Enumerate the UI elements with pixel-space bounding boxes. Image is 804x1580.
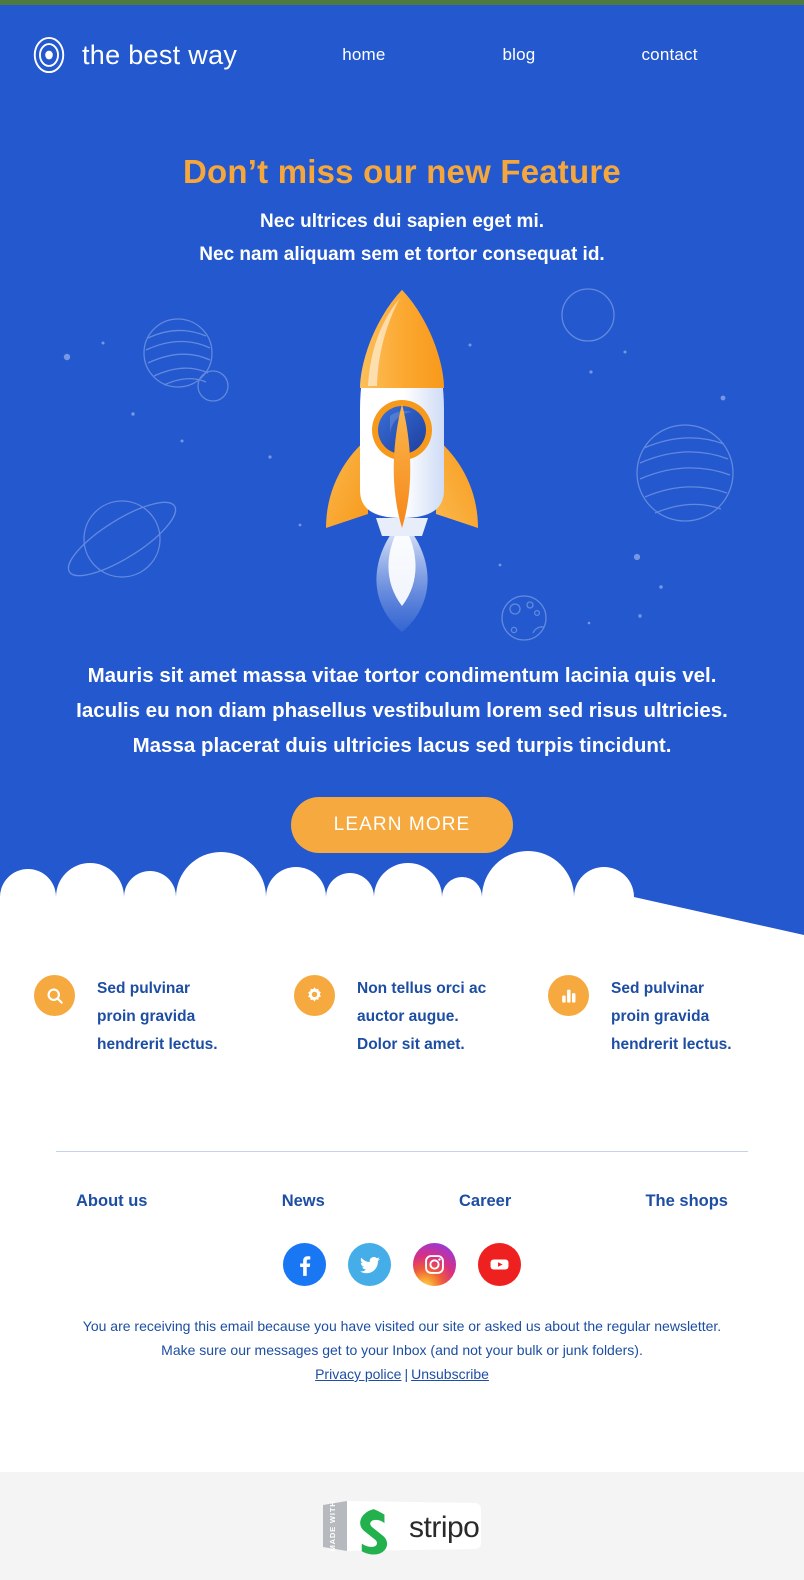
email-page: the best way home blog contact Don’t mis… — [0, 0, 804, 1580]
features-section: Sed pulvinar proin gravida hendrerit lec… — [0, 935, 804, 1059]
feature-line-2: auctor augue. — [357, 1008, 459, 1025]
feature-item: Non tellus orci ac auctor augue. Dolor s… — [260, 975, 520, 1059]
concentric-target-icon — [33, 36, 65, 74]
legal-links: Privacy police | Unsubscribe — [0, 1366, 804, 1382]
feature-line-3: hendrerit lectus. — [611, 1036, 732, 1053]
feature-line-3: hendrerit lectus. — [97, 1036, 218, 1053]
feature-item: Sed pulvinar proin gravida hendrerit lec… — [30, 975, 260, 1059]
facebook-icon[interactable] — [283, 1243, 326, 1286]
footer-link-about-us[interactable]: About us — [76, 1192, 148, 1211]
instagram-icon[interactable] — [413, 1243, 456, 1286]
hero-subhead-line-1: Nec ultrices dui sapien eget mi. — [259, 211, 545, 232]
feature-item: Sed pulvinar proin gravida hendrerit lec… — [520, 975, 774, 1059]
brand-name: the best way — [82, 39, 238, 70]
hero-subhead-line-2: Nec nam aliquam sem et tortor consequat … — [199, 244, 605, 265]
search-icon — [34, 975, 75, 1016]
feature-line-2: proin gravida — [97, 1008, 196, 1025]
twitter-icon[interactable] — [348, 1243, 391, 1286]
feature-line-1: Sed pulvinar — [611, 980, 705, 997]
brand[interactable]: the best way — [30, 36, 237, 74]
feature-line-3: Dolor sit amet. — [357, 1036, 465, 1053]
feature-text: Non tellus orci ac auctor augue. Dolor s… — [357, 975, 486, 1059]
footer-link-news[interactable]: News — [282, 1192, 325, 1211]
hero-body-copy: Mauris sit amet massa vitae tortor condi… — [0, 658, 804, 763]
feature-text: Sed pulvinar proin gravida hendrerit lec… — [611, 975, 732, 1059]
rocket-launch-illustration — [312, 284, 492, 634]
nav-item-home[interactable]: home — [342, 45, 385, 65]
cloud-divider — [0, 851, 804, 935]
feature-line-2: proin gravida — [611, 1008, 710, 1025]
unsubscribe-link[interactable]: Unsubscribe — [411, 1366, 489, 1382]
feature-text: Sed pulvinar proin gravida hendrerit lec… — [97, 975, 218, 1059]
privacy-policy-link[interactable]: Privacy police — [315, 1366, 401, 1382]
disclaimer-line-1: You are receiving this email because you… — [82, 1318, 722, 1334]
badge-tab-text: MADE WITH — [328, 1500, 337, 1551]
nav-item-contact[interactable]: contact — [641, 45, 697, 65]
badge-wordmark: stripo — [409, 1511, 479, 1544]
disclaimer-line-2: Make sure our messages get to your Inbox… — [161, 1342, 643, 1358]
disclaimer-text: You are receiving this email because you… — [0, 1314, 804, 1362]
footer-nav: About us News Career The shops — [76, 1192, 728, 1211]
header-bar: the best way home blog contact — [0, 5, 804, 105]
nav-item-blog[interactable]: blog — [503, 45, 536, 65]
legal-separator: | — [404, 1366, 409, 1382]
bar-chart-icon — [548, 975, 589, 1016]
social-links — [0, 1243, 804, 1286]
email-body: the best way home blog contact Don’t mis… — [0, 5, 804, 1472]
footer-divider — [56, 1151, 748, 1152]
feature-line-1: Non tellus orci ac — [357, 980, 487, 997]
youtube-icon[interactable] — [478, 1243, 521, 1286]
gear-icon — [294, 975, 335, 1016]
stripo-badge-area: MADE WITH stripo — [0, 1472, 804, 1580]
hero-text: Don’t miss our new Feature Nec ultrices … — [0, 153, 804, 266]
hero-headline: Don’t miss our new Feature — [183, 153, 621, 190]
hero-section: the best way home blog contact Don’t mis… — [0, 5, 804, 935]
footer-link-the-shops[interactable]: The shops — [645, 1192, 728, 1211]
hero-body-line-2: Iaculis eu non diam phasellus vestibulum… — [76, 699, 728, 722]
footer-link-career[interactable]: Career — [459, 1192, 511, 1211]
hero-body-line-1: Mauris sit amet massa vitae tortor condi… — [87, 664, 717, 687]
header-nav: home blog contact — [342, 45, 698, 65]
hero-body-line-3: Massa placerat duis ultricies lacus sed … — [132, 734, 672, 757]
made-with-stripo-badge[interactable]: MADE WITH stripo — [317, 1495, 487, 1557]
feature-line-1: Sed pulvinar — [97, 980, 191, 997]
